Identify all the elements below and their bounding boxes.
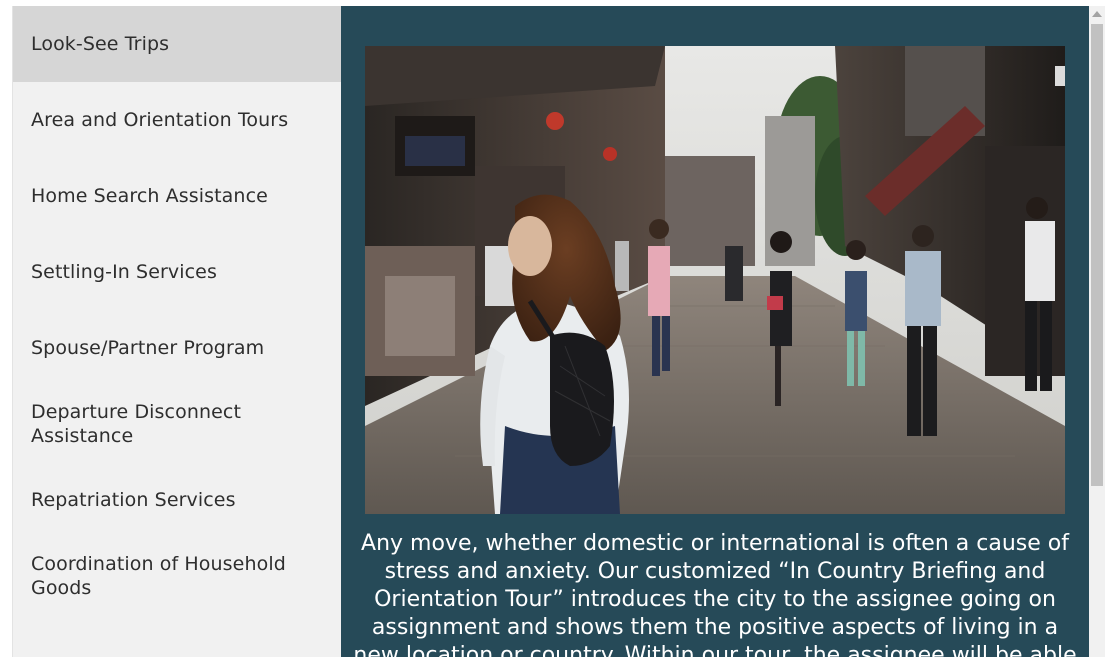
menu-item-departure-disconnect-assistance[interactable]: Departure Disconnect Assistance — [13, 386, 341, 462]
services-menu: Look-See Trips Area and Orientation Tour… — [12, 6, 341, 657]
service-description: Any move, whether domestic or internatio… — [353, 531, 1077, 657]
street-scene-photo — [365, 46, 1065, 514]
scroll-up-button[interactable] — [1089, 6, 1105, 22]
menu-item-area-orientation-tours[interactable]: Area and Orientation Tours — [13, 82, 341, 158]
menu-item-home-search-assistance[interactable]: Home Search Assistance — [13, 158, 341, 234]
scroll-thumb[interactable] — [1091, 24, 1103, 486]
service-detail-panel: Any move, whether domestic or internatio… — [341, 6, 1089, 657]
page-scrollbar[interactable] — [1089, 6, 1105, 657]
menu-item-coordination-household-goods[interactable]: Coordination of Household Goods — [13, 538, 341, 614]
menu-item-settling-in-services[interactable]: Settling-In Services — [13, 234, 341, 310]
menu-item-spouse-partner-program[interactable]: Spouse/Partner Program — [13, 310, 341, 386]
street-scene-image — [365, 46, 1065, 514]
menu-item-repatriation-services[interactable]: Repatriation Services — [13, 462, 341, 538]
triangle-up-icon — [1092, 11, 1102, 17]
menu-item-look-see-trips[interactable]: Look-See Trips — [13, 6, 341, 82]
page: Look-See Trips Area and Orientation Tour… — [0, 0, 1105, 657]
